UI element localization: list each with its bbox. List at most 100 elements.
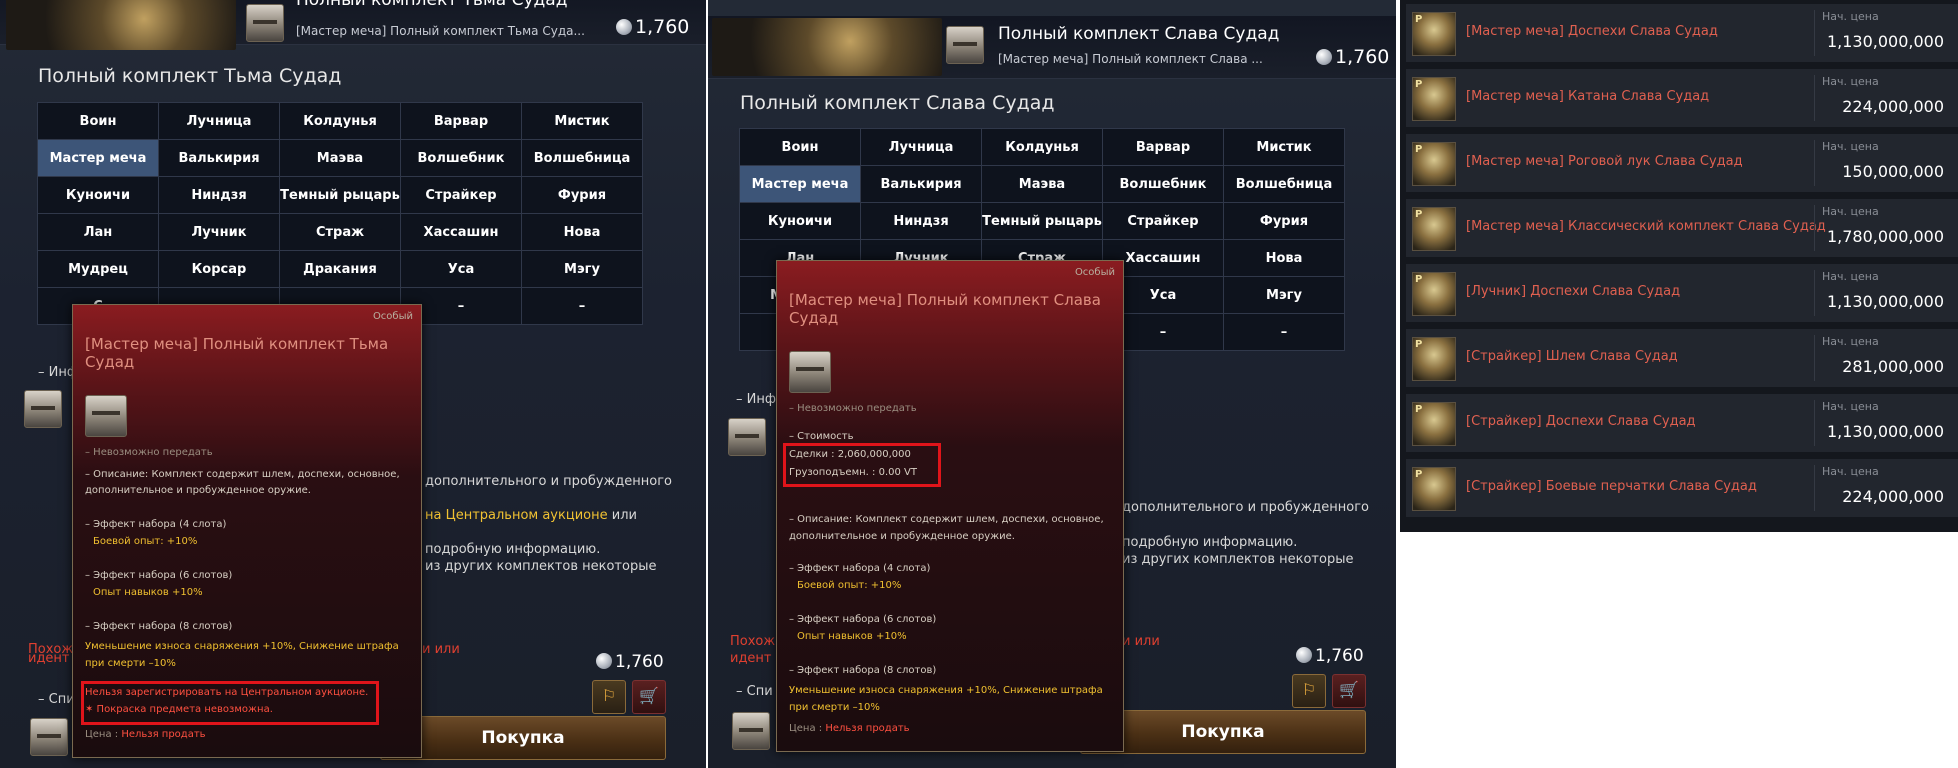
class-cell[interactable]: Валькирия xyxy=(158,139,280,177)
wishlist-button[interactable]: ⚐ xyxy=(592,680,626,714)
item-name: [Мастер меча] Катана Слава Судад xyxy=(1466,89,1710,104)
pvp-grade-icon: P xyxy=(1415,79,1423,90)
class-cell[interactable]: Мудрец xyxy=(37,250,159,288)
row-divider xyxy=(1814,465,1815,511)
class-cell[interactable]: Волшебница xyxy=(521,139,643,177)
middle-top-item-bar[interactable]: Полный комплект Слава Судад [Мастер меча… xyxy=(708,16,1396,79)
top-item-name: Полный комплект Слава Судад xyxy=(998,24,1280,44)
market-list-item[interactable]: P [Страйкер] Боевые перчатки Слава Судад Н… xyxy=(1406,459,1958,517)
info-item-icon xyxy=(24,390,62,428)
start-price-label: Нач. цена xyxy=(1822,335,1879,348)
class-cell[interactable]: Колдунья xyxy=(279,102,401,140)
market-list-item[interactable]: P [Мастер меча] Классический комплект Сла… xyxy=(1406,199,1958,257)
class-cell[interactable]: Нова xyxy=(1223,239,1345,277)
class-cell[interactable]: Варвар xyxy=(1102,128,1224,166)
left-top-item-bar[interactable]: Полный комплект Тьма Судад [Мастер меча]… xyxy=(0,0,706,50)
class-cell[interactable]: Волшебница xyxy=(1223,165,1345,203)
class-cell[interactable]: Фурия xyxy=(1223,202,1345,240)
class-cell[interactable]: Маэва xyxy=(981,165,1103,203)
class-cell[interactable]: Темный рыцарь xyxy=(981,202,1103,240)
class-cell[interactable]: Варвар xyxy=(400,102,522,140)
market-list-item[interactable]: P [Страйкер] Доспехи Слава Судад Нач. цена… xyxy=(1406,394,1958,452)
start-price-value: 281,000,000 xyxy=(1842,357,1944,376)
class-cell[interactable]: Воин xyxy=(739,128,861,166)
description-text-1: дополнительного и пробужденного xyxy=(1122,500,1369,515)
class-row: Мастер меча Валькирия Маэва Волшебник Волшеб… xyxy=(37,139,643,177)
class-cell[interactable]: Волшебник xyxy=(1102,165,1224,203)
class-cell[interactable]: Мастер меча xyxy=(37,139,159,177)
tooltip-set8-header: – Эффект набора (8 слотов) xyxy=(85,621,233,632)
market-list-panel: P [Мастер меча] Доспехи Слава Судад Нач. ц… xyxy=(1400,0,1958,532)
class-cell[interactable]: Уса xyxy=(400,250,522,288)
class-cell[interactable]: Лучница xyxy=(158,102,280,140)
class-cell[interactable]: Лан xyxy=(37,213,159,251)
tooltip-cost-header: – Стоимость xyxy=(789,431,854,442)
class-cell[interactable]: Мэгу xyxy=(521,250,643,288)
market-list-item[interactable]: P [Страйкер] Шлем Слава Судад Нач. цена 281… xyxy=(1406,329,1958,387)
item-tooltip: Особый [Мастер меча] Полный комплект Тьм… xyxy=(72,304,422,758)
class-cell[interactable]: Мистик xyxy=(1223,128,1345,166)
class-cell[interactable]: Ниндзя xyxy=(158,176,280,214)
market-list-item[interactable]: P [Мастер меча] Катана Слава Судад Нач. це… xyxy=(1406,69,1958,127)
class-cell[interactable]: Валькирия xyxy=(860,165,982,203)
start-price-value: 1,780,000,000 xyxy=(1826,227,1944,246)
class-cell[interactable]: – xyxy=(1223,313,1345,351)
identical-text: идент xyxy=(28,651,70,666)
market-list-item[interactable]: P [Лучник] Доспехи Слава Судад Нач. цена 1,… xyxy=(1406,264,1958,322)
class-row: Воин Лучница Колдунья Варвар Мистик xyxy=(739,128,1345,166)
class-cell[interactable]: Куноичи xyxy=(37,176,159,214)
item-name: [Страйкер] Шлем Слава Судад xyxy=(1466,349,1678,364)
similar-text-b: и или xyxy=(422,642,460,657)
start-price-label: Нач. цена xyxy=(1822,270,1879,283)
item-name: [Мастер меча] Классический комплект Слав… xyxy=(1466,219,1826,234)
buy-price-value: 1,760 xyxy=(1315,646,1364,666)
tooltip-set4-effect: Боевой опыт: +10% xyxy=(93,536,198,547)
market-list-item[interactable]: P [Мастер меча] Роговой лук Слава Судад На… xyxy=(1406,134,1958,192)
class-cell[interactable]: Воин xyxy=(37,102,159,140)
list-item-icon xyxy=(30,718,68,756)
top-item-price-value: 1,760 xyxy=(1335,46,1390,68)
class-cell[interactable]: Мистик xyxy=(521,102,643,140)
tooltip-price-value: Нельзя продать xyxy=(121,729,206,740)
class-cell[interactable]: Волшебник xyxy=(400,139,522,177)
class-cell[interactable]: Корсар xyxy=(158,250,280,288)
class-cell[interactable]: Страйкер xyxy=(400,176,522,214)
class-cell[interactable]: Мастер меча xyxy=(739,165,861,203)
start-price-label: Нач. цена xyxy=(1822,465,1879,478)
class-row: Куноичи Ниндзя Темный рыцарь Страйкер Фурия xyxy=(37,176,643,214)
cart-button[interactable]: 🛒 xyxy=(632,680,666,714)
class-cell[interactable]: Хассашин xyxy=(400,213,522,251)
class-cell[interactable]: Страйкер xyxy=(1102,202,1224,240)
row-divider xyxy=(1814,400,1815,446)
highlight-box xyxy=(783,443,941,487)
tooltip-description: – Описание: Комплект содержит шлем, досп… xyxy=(789,514,1104,542)
class-cell[interactable]: Колдунья xyxy=(981,128,1103,166)
description-text-3: подробную информацию. xyxy=(1122,535,1298,550)
cart-button[interactable]: 🛒 xyxy=(1332,674,1366,708)
class-cell[interactable]: Куноичи xyxy=(739,202,861,240)
tooltip-set6-header: – Эффект набора (6 слотов) xyxy=(85,570,233,581)
class-cell[interactable]: Темный рыцарь xyxy=(279,176,401,214)
class-cell[interactable]: Ниндзя xyxy=(860,202,982,240)
class-cell[interactable]: Лучница xyxy=(860,128,982,166)
class-cell[interactable]: Мэгу xyxy=(1223,276,1345,314)
class-cell[interactable]: – xyxy=(521,287,643,325)
class-cell[interactable]: Страж xyxy=(279,213,401,251)
wishlist-button[interactable]: ⚐ xyxy=(1292,674,1326,708)
info-item-icon xyxy=(728,418,766,456)
tooltip-set6-effect: Опыт навыков +10% xyxy=(797,631,907,642)
class-cell[interactable]: Дракания xyxy=(279,250,401,288)
tooltip-special-tag: Особый xyxy=(1074,267,1115,278)
class-cell[interactable]: Нова xyxy=(521,213,643,251)
pvp-grade-icon: P xyxy=(1415,469,1423,480)
start-price-label: Нач. цена xyxy=(1822,205,1879,218)
set-chest-icon xyxy=(946,26,984,64)
silver-coin-icon xyxy=(1316,49,1332,65)
buy-button[interactable]: Покупка xyxy=(380,716,666,760)
class-cell[interactable]: Лучник xyxy=(158,213,280,251)
market-list-item[interactable]: P [Мастер меча] Доспехи Слава Судад Нач. ц… xyxy=(1406,4,1958,62)
class-cell[interactable]: Фурия xyxy=(521,176,643,214)
tooltip-special-tag: Особый xyxy=(372,311,413,322)
similar-text: Похож xyxy=(730,634,776,649)
class-cell[interactable]: Маэва xyxy=(279,139,401,177)
